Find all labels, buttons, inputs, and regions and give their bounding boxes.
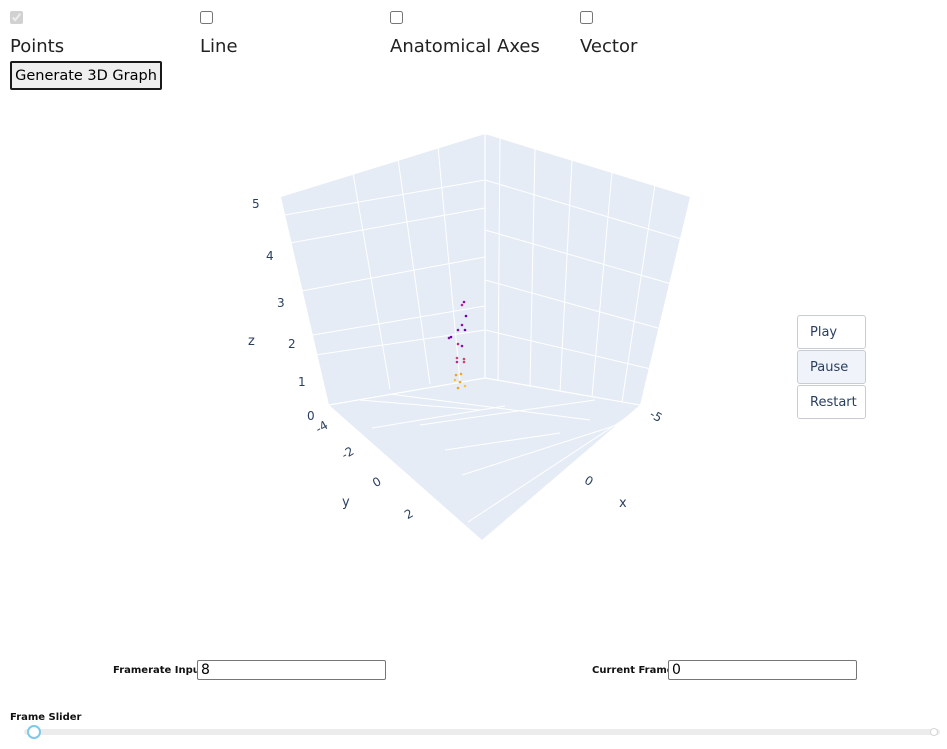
z-tick-3: 3 <box>277 296 285 310</box>
z-tick-4: 4 <box>266 249 274 263</box>
line-label: Line <box>200 36 238 57</box>
x-tick-0: 0 <box>582 473 596 489</box>
generate-3d-graph-button[interactable]: Generate 3D Graph <box>10 61 162 90</box>
pause-button[interactable]: Pause <box>797 350 866 384</box>
option-vector: Vector <box>580 9 760 59</box>
data-point <box>458 380 462 384</box>
framerate-label: Framerate Input: <box>113 665 209 676</box>
frame-slider-handle[interactable] <box>27 725 41 739</box>
y-axis-title: y <box>342 495 350 510</box>
line-checkbox[interactable] <box>200 11 213 24</box>
data-point <box>462 357 466 361</box>
data-point <box>462 360 466 364</box>
data-point <box>460 303 464 307</box>
points-checkbox[interactable] <box>10 11 23 24</box>
frame-slider-track[interactable] <box>24 729 940 735</box>
z-tick-0: 0 <box>307 409 315 423</box>
y-tick-0: 0 <box>370 474 384 490</box>
data-point <box>456 328 460 332</box>
anatomical-axes-checkbox[interactable] <box>390 11 403 24</box>
x-tick-neg5: -5 <box>647 407 664 425</box>
data-point <box>456 386 460 390</box>
z-axis-title: z <box>248 334 255 349</box>
z-tick-1: 1 <box>298 375 306 389</box>
app-page: 5 4 3 2 1 0 z -4 -2 0 2 y -5 0 x Points … <box>0 0 947 749</box>
z-tick-2: 2 <box>288 337 296 351</box>
plot-3d-canvas[interactable]: 5 4 3 2 1 0 z -4 -2 0 2 y -5 0 x <box>0 0 947 600</box>
y-tick-neg4: -4 <box>313 418 330 436</box>
data-point <box>460 323 464 327</box>
data-point <box>456 342 460 346</box>
data-point <box>464 314 468 318</box>
y-tick-2: 2 <box>402 506 416 522</box>
left-wall <box>281 134 485 405</box>
play-button[interactable]: Play <box>797 315 866 349</box>
vector-label: Vector <box>580 36 638 57</box>
frame-slider-end <box>930 728 938 736</box>
frame-slider-label: Frame Slider <box>10 712 82 723</box>
data-point <box>453 378 457 382</box>
data-point <box>460 344 464 348</box>
y-tick-neg2: -2 <box>339 444 356 462</box>
option-points: Points <box>10 9 190 59</box>
option-anatomical-axes: Anatomical Axes <box>390 9 570 59</box>
z-tick-5: 5 <box>252 197 260 211</box>
anatomical-axes-label: Anatomical Axes <box>390 36 540 57</box>
points-label: Points <box>10 36 65 57</box>
data-point <box>447 336 451 340</box>
data-point <box>454 373 458 377</box>
x-axis-title: x <box>619 496 627 511</box>
data-point <box>462 300 466 304</box>
option-line: Line <box>200 9 380 59</box>
current-frame-input[interactable] <box>668 660 857 680</box>
current-frame-label: Current Frame: <box>592 665 678 676</box>
vector-checkbox[interactable] <box>580 11 593 24</box>
plot-3d[interactable]: 5 4 3 2 1 0 z -4 -2 0 2 y -5 0 x <box>0 0 947 600</box>
restart-button[interactable]: Restart <box>797 385 866 419</box>
right-wall <box>485 134 690 405</box>
data-point <box>463 328 467 332</box>
data-point <box>455 356 459 360</box>
floor-plane <box>329 378 640 540</box>
data-point <box>455 360 459 364</box>
data-point <box>463 384 467 388</box>
framerate-input[interactable] <box>197 660 386 680</box>
data-point <box>459 372 463 376</box>
